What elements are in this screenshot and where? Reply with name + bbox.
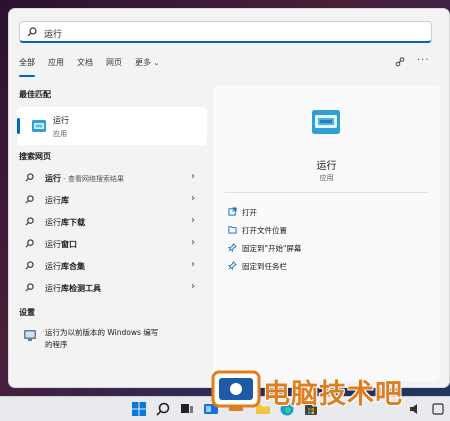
watermark: 电脑技术吧 — [205, 364, 450, 420]
chevron-right-icon: › — [191, 237, 195, 248]
settings-result-line2: 的程序 — [45, 340, 68, 349]
folder-icon — [228, 226, 237, 234]
share-icon[interactable] — [395, 57, 405, 67]
more-options-icon[interactable]: ··· — [417, 55, 430, 66]
web-result-item[interactable]: 运行库 › — [19, 191, 199, 209]
search-box[interactable]: 运行 — [19, 21, 432, 43]
web-result-bold: 运行 — [45, 262, 61, 271]
web-result-rest: 库检测工具 — [61, 284, 101, 293]
action-open-file-location-label: 打开文件位置 — [242, 226, 287, 235]
web-result-item[interactable]: 运行 - 查看网络搜索结果 › — [19, 169, 199, 187]
run-app-large-icon — [312, 110, 340, 134]
search-tabs: 全部 应用 文档 网页 更多 ⌄ — [19, 57, 172, 77]
best-match-title: 运行 — [53, 116, 69, 125]
tab-documents[interactable]: 文档 — [77, 57, 93, 73]
start-search-panel: 运行 全部 应用 文档 网页 更多 ⌄ ··· 最佳匹配 运行 应用 搜索网页 … — [8, 8, 450, 388]
chevron-right-icon: › — [191, 259, 195, 270]
web-result-item[interactable]: 运行库检测工具 › — [19, 279, 199, 297]
settings-heading: 设置 — [19, 308, 35, 317]
search-icon — [25, 195, 34, 204]
pin-icon — [228, 243, 237, 252]
web-result-bold: 运行 — [45, 284, 61, 293]
web-result-rest: 库 — [61, 196, 69, 205]
pin-icon — [228, 261, 237, 270]
web-result-item[interactable]: 运行库合集 › — [19, 257, 199, 275]
web-search-heading: 搜索网页 — [19, 152, 51, 161]
search-input-value[interactable]: 运行 — [44, 27, 62, 40]
divider — [225, 192, 428, 193]
web-result-rest: 库合集 — [61, 262, 85, 271]
best-match-item[interactable]: 运行 应用 — [17, 107, 207, 145]
web-result-bold: 运行 — [45, 218, 61, 227]
web-result-rest: 库下载 — [61, 218, 85, 227]
detail-subtitle: 应用 — [319, 174, 334, 182]
web-result-item[interactable]: 运行库下载 › — [19, 213, 199, 231]
search-icon — [25, 173, 34, 182]
best-match-heading: 最佳匹配 — [19, 90, 51, 99]
tab-more[interactable]: 更多 ⌄ — [135, 57, 159, 73]
action-pin-to-taskbar-label: 固定到任务栏 — [242, 262, 287, 271]
action-open-label: 打开 — [242, 208, 257, 217]
best-match-subtitle: 应用 — [53, 130, 67, 138]
chevron-right-icon: › — [191, 215, 195, 226]
search-icon — [25, 283, 34, 292]
chevron-right-icon: › — [191, 281, 195, 292]
chevron-right-icon: › — [191, 193, 195, 204]
run-app-icon — [32, 120, 46, 132]
web-result-rest: 窗口 — [61, 240, 77, 249]
search-icon — [25, 261, 34, 270]
tab-all[interactable]: 全部 — [19, 57, 35, 77]
detail-title: 运行 — [316, 161, 337, 172]
compatibility-icon — [24, 330, 36, 341]
tab-more-label: 更多 — [135, 58, 151, 67]
tab-apps[interactable]: 应用 — [48, 57, 64, 73]
web-result-item[interactable]: 运行窗口 › — [19, 235, 199, 253]
chevron-right-icon: › — [191, 171, 195, 182]
settings-result-item[interactable]: 运行为以前版本的 Windows 编写 的程序 — [19, 323, 199, 351]
web-result-bold: 运行 — [45, 240, 61, 249]
web-result-rest: - 查看网络搜索结果 — [61, 175, 124, 183]
search-icon — [25, 217, 34, 226]
search-icon — [25, 239, 34, 248]
windows-start-icon[interactable] — [131, 401, 147, 417]
search-icon — [27, 27, 37, 37]
task-view-icon[interactable] — [179, 401, 195, 417]
watermark-logo-icon — [211, 370, 261, 411]
chevron-down-icon: ⌄ — [153, 59, 160, 67]
tab-web[interactable]: 网页 — [106, 57, 122, 73]
selection-indicator — [17, 118, 20, 134]
web-result-bold: 运行 — [45, 196, 61, 205]
watermark-text: 电脑技术吧 — [263, 379, 403, 410]
taskbar-search-icon[interactable] — [155, 401, 171, 417]
web-result-bold: 运行 — [45, 174, 61, 183]
detail-pane: 运行 应用 打开 打开文件位置 固定到"开始"屏幕 固定到任务栏 — [213, 85, 440, 381]
settings-result-line1: 运行为以前版本的 Windows 编写 — [45, 328, 159, 337]
action-pin-to-start-label: 固定到"开始"屏幕 — [242, 244, 302, 253]
open-icon — [228, 207, 237, 216]
